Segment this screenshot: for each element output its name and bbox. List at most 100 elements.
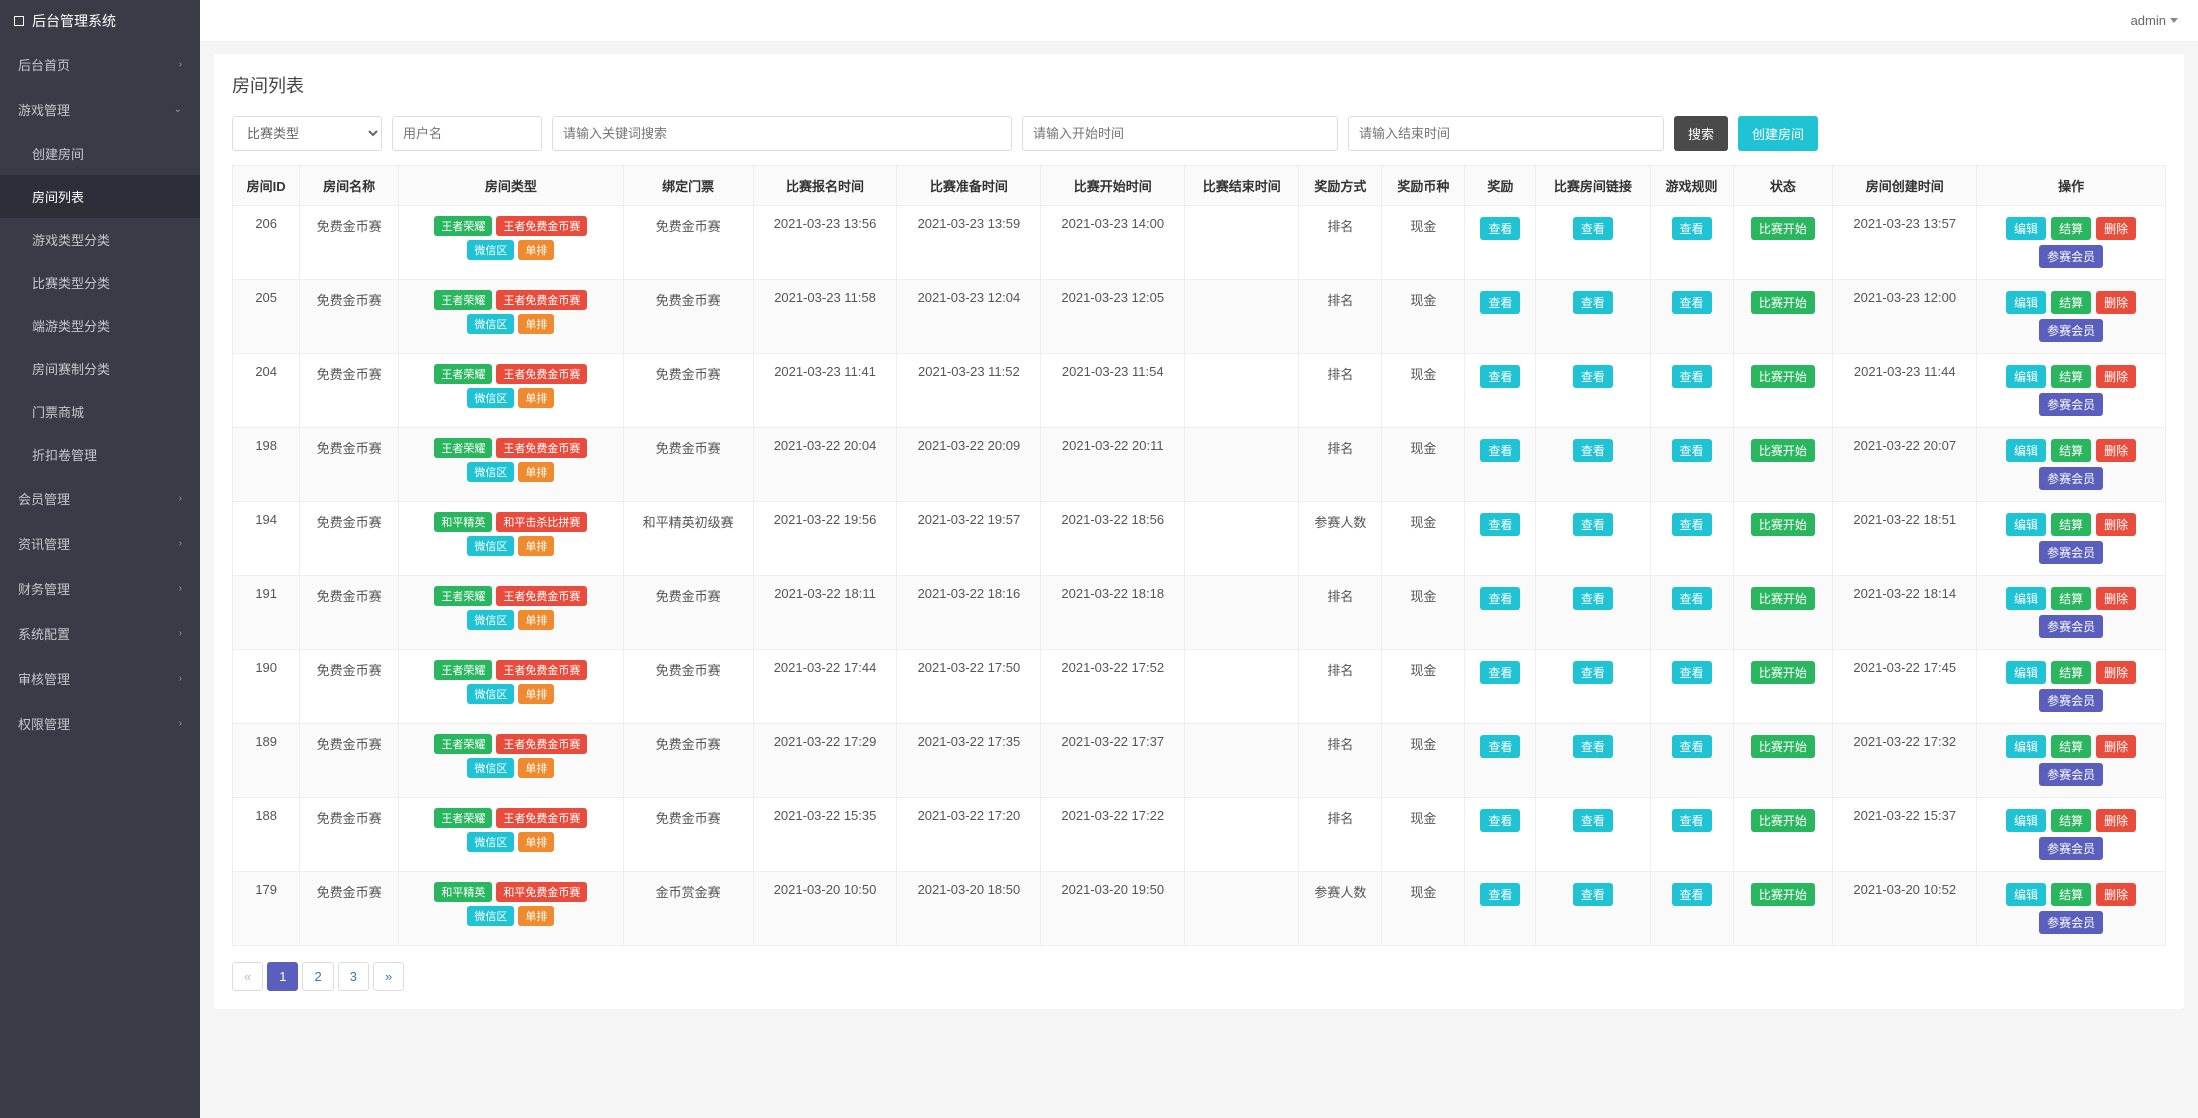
edit-button[interactable]: 编辑 (2006, 661, 2046, 684)
user-menu[interactable]: admin (2111, 13, 2198, 28)
edit-button[interactable]: 编辑 (2006, 587, 2046, 610)
members-button[interactable]: 参赛会员 (2039, 319, 2103, 342)
delete-button[interactable]: 删除 (2096, 735, 2136, 758)
sidebar-sub-item[interactable]: 创建房间 (0, 132, 200, 175)
members-button[interactable]: 参赛会员 (2039, 615, 2103, 638)
sidebar-item[interactable]: 系统配置› (0, 611, 200, 656)
view-link-button[interactable]: 查看 (1573, 883, 1613, 906)
view-link-button[interactable]: 查看 (1573, 735, 1613, 758)
edit-button[interactable]: 编辑 (2006, 291, 2046, 314)
view-rules-button[interactable]: 查看 (1672, 291, 1712, 314)
sidebar-sub-item[interactable]: 游戏类型分类 (0, 218, 200, 261)
page-number[interactable]: 3 (338, 962, 369, 991)
page-next[interactable]: » (373, 962, 404, 991)
edit-button[interactable]: 编辑 (2006, 439, 2046, 462)
sidebar-sub-item[interactable]: 门票商城 (0, 390, 200, 433)
delete-button[interactable]: 删除 (2096, 217, 2136, 240)
view-rules-button[interactable]: 查看 (1672, 661, 1712, 684)
view-rules-button[interactable]: 查看 (1672, 439, 1712, 462)
delete-button[interactable]: 删除 (2096, 291, 2136, 314)
view-rules-button[interactable]: 查看 (1672, 513, 1712, 536)
settle-button[interactable]: 结算 (2051, 661, 2091, 684)
settle-button[interactable]: 结算 (2051, 217, 2091, 240)
view-reward-button[interactable]: 查看 (1480, 439, 1520, 462)
sidebar-sub-item[interactable]: 比赛类型分类 (0, 261, 200, 304)
settle-button[interactable]: 结算 (2051, 587, 2091, 610)
page-number[interactable]: 2 (302, 962, 333, 991)
settle-button[interactable]: 结算 (2051, 883, 2091, 906)
view-reward-button[interactable]: 查看 (1480, 809, 1520, 832)
sidebar-sub-item[interactable]: 房间列表 (0, 175, 200, 218)
delete-button[interactable]: 删除 (2096, 513, 2136, 536)
sidebar-item[interactable]: 财务管理› (0, 566, 200, 611)
filter-start-time-input[interactable] (1022, 116, 1338, 151)
settle-button[interactable]: 结算 (2051, 809, 2091, 832)
edit-button[interactable]: 编辑 (2006, 883, 2046, 906)
filter-type-select[interactable]: 比赛类型 (232, 116, 382, 151)
members-button[interactable]: 参赛会员 (2039, 911, 2103, 934)
sidebar-item[interactable]: 后台首页› (0, 42, 200, 87)
view-rules-button[interactable]: 查看 (1672, 587, 1712, 610)
members-button[interactable]: 参赛会员 (2039, 393, 2103, 416)
settle-button[interactable]: 结算 (2051, 439, 2091, 462)
members-button[interactable]: 参赛会员 (2039, 467, 2103, 490)
view-reward-button[interactable]: 查看 (1480, 735, 1520, 758)
page-number[interactable]: 1 (267, 962, 298, 991)
view-rules-button[interactable]: 查看 (1672, 365, 1712, 388)
view-link-button[interactable]: 查看 (1573, 661, 1613, 684)
view-reward-button[interactable]: 查看 (1480, 217, 1520, 240)
view-reward-button[interactable]: 查看 (1480, 587, 1520, 610)
view-link-button[interactable]: 查看 (1573, 365, 1613, 388)
settle-button[interactable]: 结算 (2051, 513, 2091, 536)
view-link-button[interactable]: 查看 (1573, 513, 1613, 536)
filter-keyword-input[interactable] (552, 116, 1012, 151)
filter-end-time-input[interactable] (1348, 116, 1664, 151)
cell-room-id: 179 (233, 872, 300, 946)
create-room-button[interactable]: 创建房间 (1738, 116, 1818, 151)
view-link-button[interactable]: 查看 (1573, 291, 1613, 314)
edit-button[interactable]: 编辑 (2006, 735, 2046, 758)
edit-button[interactable]: 编辑 (2006, 217, 2046, 240)
view-reward-button[interactable]: 查看 (1480, 883, 1520, 906)
view-reward-button[interactable]: 查看 (1480, 291, 1520, 314)
search-button[interactable]: 搜索 (1674, 116, 1728, 151)
cell-room-name: 免费金币赛 (300, 650, 399, 724)
edit-button[interactable]: 编辑 (2006, 513, 2046, 536)
delete-button[interactable]: 删除 (2096, 809, 2136, 832)
sidebar-item[interactable]: 资讯管理› (0, 521, 200, 566)
view-rules-button[interactable]: 查看 (1672, 809, 1712, 832)
members-button[interactable]: 参赛会员 (2039, 689, 2103, 712)
delete-button[interactable]: 删除 (2096, 883, 2136, 906)
edit-button[interactable]: 编辑 (2006, 809, 2046, 832)
members-button[interactable]: 参赛会员 (2039, 245, 2103, 268)
view-link-button[interactable]: 查看 (1573, 587, 1613, 610)
sidebar-sub-item[interactable]: 折扣卷管理 (0, 433, 200, 476)
delete-button[interactable]: 删除 (2096, 587, 2136, 610)
members-button[interactable]: 参赛会员 (2039, 763, 2103, 786)
sidebar-item[interactable]: 审核管理› (0, 656, 200, 701)
view-reward-button[interactable]: 查看 (1480, 365, 1520, 388)
edit-button[interactable]: 编辑 (2006, 365, 2046, 388)
view-reward-button[interactable]: 查看 (1480, 661, 1520, 684)
delete-button[interactable]: 删除 (2096, 365, 2136, 388)
view-reward-button[interactable]: 查看 (1480, 513, 1520, 536)
view-rules-button[interactable]: 查看 (1672, 735, 1712, 758)
view-rules-button[interactable]: 查看 (1672, 217, 1712, 240)
view-link-button[interactable]: 查看 (1573, 439, 1613, 462)
sidebar-item[interactable]: 会员管理› (0, 476, 200, 521)
settle-button[interactable]: 结算 (2051, 735, 2091, 758)
delete-button[interactable]: 删除 (2096, 661, 2136, 684)
view-link-button[interactable]: 查看 (1573, 809, 1613, 832)
sidebar-item[interactable]: 权限管理› (0, 701, 200, 746)
sidebar-sub-item[interactable]: 房间赛制分类 (0, 347, 200, 390)
sidebar-sub-item[interactable]: 端游类型分类 (0, 304, 200, 347)
view-rules-button[interactable]: 查看 (1672, 883, 1712, 906)
filter-user-input[interactable] (392, 116, 542, 151)
delete-button[interactable]: 删除 (2096, 439, 2136, 462)
members-button[interactable]: 参赛会员 (2039, 541, 2103, 564)
sidebar-item[interactable]: 游戏管理⌄ (0, 87, 200, 132)
settle-button[interactable]: 结算 (2051, 365, 2091, 388)
view-link-button[interactable]: 查看 (1573, 217, 1613, 240)
settle-button[interactable]: 结算 (2051, 291, 2091, 314)
members-button[interactable]: 参赛会员 (2039, 837, 2103, 860)
